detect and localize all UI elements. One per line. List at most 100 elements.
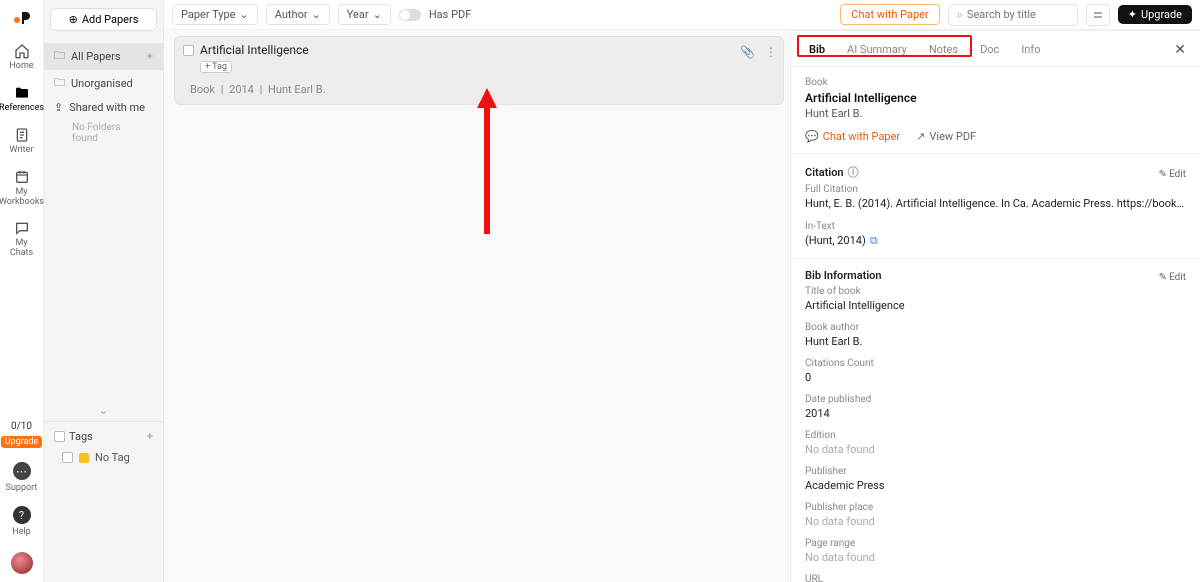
intext-value: (Hunt, 2014)⧉ — [805, 234, 1186, 248]
help-icon[interactable]: ? — [13, 506, 31, 524]
paper-card[interactable]: Artificial Intelligence + Tag Book | 201… — [174, 36, 784, 105]
details-title: Artificial Intelligence — [805, 91, 1186, 105]
tab-ai-summary[interactable]: AI Summary — [843, 41, 911, 58]
all-papers-label: All Papers — [71, 50, 121, 63]
details-author: Hunt Earl B. — [805, 107, 1186, 120]
paper-checkbox[interactable] — [183, 45, 194, 56]
chat-with-paper-button[interactable]: Chat with Paper — [840, 4, 939, 25]
paper-type-label: Paper Type — [181, 8, 236, 21]
folder-unorganised[interactable]: 🗀 Unorganised — [44, 70, 163, 97]
app-logo — [12, 8, 32, 28]
no-folders-label: No Folders found — [44, 118, 163, 148]
section-citation: Citationⓘ ✎ Edit Full Citation Hunt, E. B… — [791, 154, 1200, 259]
k-publisher: Publisher — [805, 466, 1186, 477]
author-filter-label: Author — [275, 8, 308, 21]
chevron-down-icon: ⌄ — [240, 8, 249, 21]
v-edition: No data found — [805, 443, 1186, 456]
details-panel: Bib AI Summary Notes Doc Info ✕ Book Art… — [790, 30, 1200, 582]
tags-checkbox[interactable] — [54, 431, 65, 442]
document-icon — [13, 126, 31, 144]
tab-notes[interactable]: Notes — [925, 41, 962, 58]
v-author: Hunt Earl B. — [805, 335, 1186, 348]
chat-icon: 💬 — [805, 130, 819, 143]
support-icon[interactable]: ⋯ — [13, 462, 31, 480]
paper-year: 2014 — [226, 83, 257, 96]
full-citation-value: Hunt, E. B. (2014). Artificial Intellige… — [805, 197, 1186, 211]
rail-home-label: Home — [9, 62, 33, 72]
details-tabs: Bib AI Summary Notes Doc Info ✕ — [791, 30, 1200, 67]
settings-icon[interactable] — [1086, 4, 1110, 26]
rail-home[interactable]: Home — [9, 42, 33, 72]
upgrade-button[interactable]: ✦ Upgrade — [1118, 5, 1192, 24]
sidebar: ⊕ Add Papers 🗀 All Papers + 🗀 Unorganise… — [44, 0, 164, 582]
year-filter-label: Year — [347, 8, 369, 21]
folder-all-papers[interactable]: 🗀 All Papers + — [44, 43, 163, 70]
attachment-icon[interactable]: 📎 — [740, 45, 755, 59]
tag-no-tag[interactable]: No Tag — [44, 447, 163, 468]
v-citcount: 0 — [805, 371, 1186, 384]
rail-writer-label: Writer — [10, 146, 34, 156]
view-pdf-link[interactable]: ↗View PDF — [916, 130, 976, 143]
v-publisher: Academic Press — [805, 479, 1186, 492]
tags-header[interactable]: Tags + — [44, 426, 163, 447]
view-pdf-label: View PDF — [929, 130, 976, 143]
plus-icon: ⊕ — [69, 13, 78, 26]
v-place: No data found — [805, 515, 1186, 528]
rail-chats[interactable]: My Chats — [10, 219, 33, 259]
filter-paper-type[interactable]: Paper Type ⌄ — [172, 4, 258, 25]
bibinfo-header: Bib Information — [805, 269, 882, 282]
v-date: 2014 — [805, 407, 1186, 420]
search-text[interactable] — [967, 8, 1069, 21]
filter-year[interactable]: Year⌄ — [338, 4, 391, 25]
add-papers-button[interactable]: ⊕ Add Papers — [50, 8, 157, 31]
help-label: Help — [12, 528, 30, 538]
k-title: Title of book — [805, 286, 1186, 297]
paper-type: Book — [187, 83, 218, 96]
edit-bibinfo[interactable]: ✎ Edit — [1159, 272, 1186, 283]
tag-checkbox[interactable] — [62, 452, 73, 463]
topbar: Paper Type ⌄ Author⌄ Year⌄ Has PDF Chat w… — [164, 0, 1200, 30]
info-icon[interactable]: ⓘ — [848, 164, 859, 180]
no-tag-label: No Tag — [95, 451, 130, 464]
sparkle-icon: ✦ — [1128, 8, 1137, 21]
filter-author[interactable]: Author⌄ — [266, 4, 330, 25]
v-range: No data found — [805, 551, 1186, 564]
citation-header: Citationⓘ — [805, 164, 859, 180]
rail-workbooks[interactable]: My Workbooks — [0, 168, 44, 208]
rail-references[interactable]: References — [0, 84, 44, 114]
chat-with-paper-link[interactable]: 💬Chat with Paper — [805, 130, 900, 143]
tab-doc[interactable]: Doc — [976, 41, 1003, 58]
folder-shared[interactable]: ⇪ Shared with me — [44, 97, 163, 118]
edit-citation[interactable]: ✎ Edit — [1159, 169, 1186, 180]
k-date: Date published — [805, 394, 1186, 405]
close-icon[interactable]: ✕ — [1174, 42, 1186, 58]
add-tag-chip[interactable]: + Tag — [200, 61, 232, 73]
folder-icon: 🗀 — [54, 74, 65, 93]
tab-bib[interactable]: Bib — [805, 41, 829, 58]
rail-bottom: 0/10 Upgrade ⋯ Support ? Help — [1, 421, 43, 582]
copy-icon[interactable]: ⧉ — [870, 234, 878, 247]
intext-label: In-Text — [805, 221, 1186, 232]
sidebar-collapse[interactable]: ⌄ — [44, 399, 163, 421]
rail-writer[interactable]: Writer — [10, 126, 34, 156]
k-url: URL — [805, 574, 1186, 582]
has-pdf-toggle[interactable] — [399, 9, 421, 21]
add-papers-label: Add Papers — [82, 13, 139, 26]
tag-swatch-icon — [79, 453, 89, 463]
upgrade-label: Upgrade — [1141, 8, 1182, 21]
avatar[interactable] — [11, 552, 33, 574]
v-title: Artificial Intelligence — [805, 299, 1186, 312]
chat-icon — [13, 219, 31, 237]
left-rail: Home References Writer My Workbooks My C… — [0, 0, 44, 582]
search-icon: ⌕ — [957, 8, 963, 22]
full-citation-label: Full Citation — [805, 184, 1186, 195]
upgrade-badge[interactable]: Upgrade — [1, 436, 43, 448]
more-icon[interactable]: ⋮ — [765, 45, 777, 59]
add-tag-icon[interactable]: + — [147, 430, 153, 443]
section-header: Book Artificial Intelligence Hunt Earl B… — [791, 67, 1200, 154]
tab-info[interactable]: Info — [1017, 41, 1044, 58]
has-pdf-label: Has PDF — [429, 8, 471, 21]
add-folder-icon[interactable]: + — [147, 50, 153, 63]
search-input[interactable]: ⌕ — [948, 4, 1078, 26]
rail-workbooks-label: My Workbooks — [0, 188, 44, 208]
